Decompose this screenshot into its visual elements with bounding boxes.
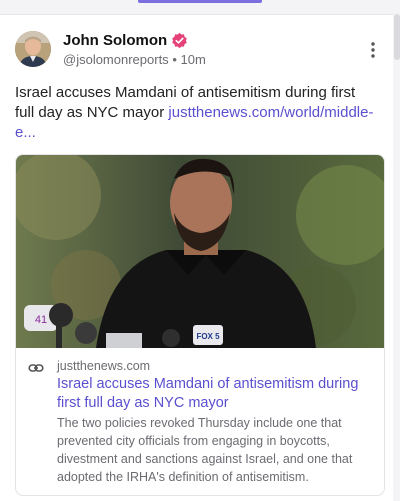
- post-meta: @jsolomonreports • 10m: [63, 52, 206, 67]
- mic-logo-fox5: FOX 5: [196, 332, 220, 341]
- preview-meta[interactable]: justthenews.com Israel accuses Mamdani o…: [16, 348, 384, 495]
- preview-description: The two policies revoked Thursday includ…: [57, 416, 353, 484]
- post-body: Israel accuses Mamdani of antisemitism d…: [15, 83, 375, 143]
- verified-badge-icon: [172, 32, 187, 49]
- scrollbar[interactable]: [394, 14, 400, 60]
- post-time: 10m: [180, 52, 206, 67]
- link-icon: [28, 364, 44, 372]
- avatar[interactable]: [15, 31, 51, 67]
- meta-separator: •: [172, 52, 177, 67]
- preview-title[interactable]: Israel accuses Mamdani of antisemitism d…: [57, 375, 375, 413]
- post-card[interactable]: John Solomon @jsolomonreports • 10m Isra…: [0, 14, 393, 501]
- preview-domain: justthenews.com: [57, 359, 151, 373]
- link-preview-card[interactable]: 41 FOX 5 justthenews.com Israel accuses …: [15, 154, 385, 496]
- more-vertical-icon[interactable]: [367, 40, 379, 60]
- mic-logo-41: 41: [35, 314, 47, 326]
- active-tab-indicator: [138, 0, 262, 3]
- author-handle[interactable]: @jsolomonreports: [63, 52, 169, 67]
- preview-image[interactable]: 41 FOX 5: [16, 155, 384, 348]
- author-name[interactable]: John Solomon: [63, 32, 167, 49]
